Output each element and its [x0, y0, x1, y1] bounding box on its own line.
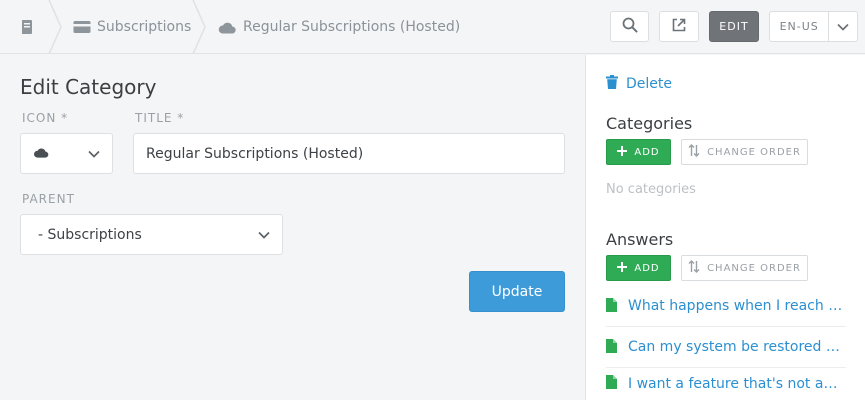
search-button[interactable]: [610, 11, 649, 42]
breadcrumb-label: Subscriptions: [97, 19, 192, 35]
breadcrumb-separator: [48, 0, 62, 54]
breadcrumb-home[interactable]: [20, 0, 34, 54]
sort-icon: [688, 144, 700, 160]
open-external-button[interactable]: [659, 11, 699, 42]
add-label: ADD: [634, 262, 660, 274]
title-label: TITLE *: [135, 111, 185, 125]
external-link-icon: [672, 17, 686, 36]
edit-button[interactable]: EDIT: [709, 11, 759, 42]
chevron-down-icon: [829, 23, 857, 31]
document-icon: [606, 374, 617, 393]
page-title: Edit Category: [20, 75, 157, 99]
chevron-down-icon: [88, 146, 100, 162]
document-icon: [606, 338, 617, 357]
change-order-label: CHANGE ORDER: [707, 146, 801, 158]
breadcrumb-separator: [192, 0, 206, 54]
change-order-label: CHANGE ORDER: [707, 262, 801, 274]
answer-item[interactable]: I want a feature that's not avail...: [606, 367, 846, 400]
change-answer-order-button[interactable]: CHANGE ORDER: [681, 255, 808, 281]
search-icon: [622, 17, 638, 37]
delete-label: Delete: [626, 76, 672, 92]
answer-item[interactable]: Can my system be restored to a...: [606, 327, 846, 368]
answer-item[interactable]: What happens when I reach my ...: [606, 286, 846, 327]
breadcrumb-current[interactable]: Regular Subscriptions (Hosted): [218, 0, 460, 54]
parent-label: PARENT: [22, 192, 75, 206]
answers-heading: Answers: [606, 230, 674, 249]
delete-button[interactable]: Delete: [606, 75, 672, 93]
chevron-down-icon: [258, 227, 270, 243]
add-category-button[interactable]: ADD: [606, 139, 671, 165]
title-value: Regular Subscriptions (Hosted): [146, 145, 364, 162]
no-categories-text: No categories: [606, 182, 696, 197]
cloud-icon: [33, 146, 49, 162]
change-category-order-button[interactable]: CHANGE ORDER: [681, 139, 808, 165]
breadcrumb-subscriptions[interactable]: Subscriptions: [73, 0, 191, 54]
parent-select[interactable]: - Subscriptions: [20, 214, 283, 255]
breadcrumb-label: Regular Subscriptions (Hosted): [243, 19, 461, 35]
parent-value: - Subscriptions: [38, 226, 142, 243]
document-icon: [606, 297, 617, 316]
update-button[interactable]: Update: [469, 271, 565, 312]
add-label: ADD: [634, 146, 660, 158]
plus-icon: [617, 261, 628, 275]
categories-heading: Categories: [606, 114, 693, 133]
answer-link[interactable]: I want a feature that's not avail...: [628, 376, 844, 392]
card-icon: [73, 20, 91, 34]
trash-icon: [606, 75, 618, 93]
icon-label: ICON *: [22, 111, 69, 125]
language-select[interactable]: EN-US: [769, 11, 858, 42]
plus-icon: [617, 145, 628, 159]
cloud-icon: [218, 21, 236, 34]
book-icon: [20, 19, 34, 35]
answer-link[interactable]: What happens when I reach my ...: [628, 298, 844, 314]
language-label: EN-US: [779, 20, 819, 33]
sort-icon: [688, 260, 700, 276]
title-input[interactable]: Regular Subscriptions (Hosted): [133, 133, 565, 174]
add-answer-button[interactable]: ADD: [606, 255, 671, 281]
answer-link[interactable]: Can my system be restored to a...: [628, 339, 844, 355]
icon-select[interactable]: [20, 133, 113, 174]
top-bar: Subscriptions Regular Subscriptions (Hos…: [0, 0, 865, 54]
